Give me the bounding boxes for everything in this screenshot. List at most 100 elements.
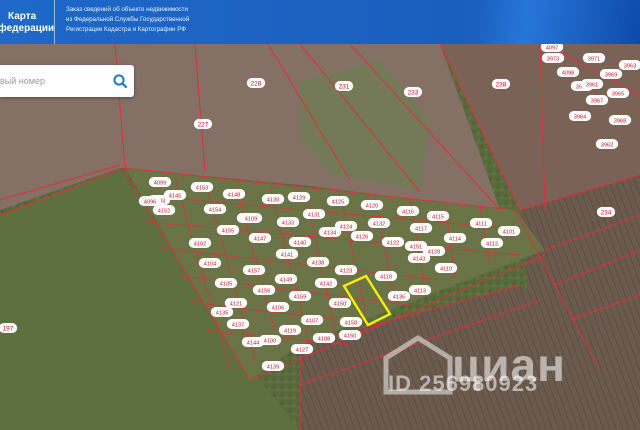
plot-label-4119[interactable]: 4119	[278, 325, 302, 335]
parcel-label-227[interactable]: 227	[193, 119, 213, 129]
parcel-label-231[interactable]: 231	[334, 81, 354, 91]
parcel-label-text: 197	[3, 325, 14, 332]
site-brand[interactable]: Карта федерации	[0, 11, 54, 35]
plot-label-3971[interactable]: 3971	[582, 53, 606, 63]
parcel-label-text: 4144	[247, 340, 259, 346]
plot-label-4138[interactable]: 4138	[306, 257, 330, 267]
parcel-label-text: 4110	[440, 266, 452, 272]
plot-label-4156[interactable]: 4156	[252, 285, 276, 295]
plot-label-4141[interactable]: 4141	[275, 249, 299, 259]
parcel-label-234[interactable]: 234	[596, 207, 616, 217]
parcel-label-233[interactable]: 233	[403, 87, 423, 97]
plot-label-4122[interactable]: 4122	[381, 237, 405, 247]
plot-label-4110[interactable]: 4110	[434, 263, 458, 273]
plot-label-4147[interactable]: 4147	[248, 233, 272, 243]
plot-label-3964[interactable]: 3964	[568, 111, 592, 121]
plot-label-4108[interactable]: 4108	[312, 333, 336, 343]
order-notice[interactable]: Заказ сведений об объекте недвижимости и…	[66, 5, 266, 35]
plot-label-4157[interactable]: 4157	[242, 265, 266, 275]
parcel-label-text: 4115	[432, 214, 444, 220]
plot-label-4123[interactable]: 4123	[334, 265, 358, 275]
parcel-label-text: 4159	[294, 294, 306, 300]
plot-label-3969[interactable]: 3969	[599, 69, 623, 79]
plot-label-3961[interactable]: 3961	[580, 79, 604, 89]
plot-label-4109[interactable]: 4109	[239, 213, 263, 223]
parcel-label-text: 4122	[387, 240, 399, 246]
plot-label-4121[interactable]: 4121	[224, 298, 248, 308]
parcel-label-text: 234	[601, 209, 612, 216]
parcel-label-text: 4125	[332, 199, 344, 205]
plot-label-4160[interactable]: 4160	[338, 330, 362, 340]
parcel-label-text: 4124	[340, 224, 352, 230]
plot-label-4140[interactable]: 4140	[288, 237, 312, 247]
plot-label-4151[interactable]: 4151	[404, 241, 428, 251]
parcel-label-text: 4108	[318, 336, 330, 342]
plot-label-3965[interactable]: 3965	[606, 88, 630, 98]
plot-label-4104[interactable]: 4104	[198, 258, 222, 268]
plot-label-4152[interactable]: 4152	[152, 205, 176, 215]
plot-label-4105[interactable]: 4105	[214, 278, 238, 288]
plot-label-4150[interactable]: 4150	[328, 298, 352, 308]
plot-label-4102[interactable]: 4102	[188, 238, 212, 248]
search-icon[interactable]	[112, 73, 128, 89]
plot-label-4127[interactable]: 4127	[290, 344, 314, 354]
plot-label-4132[interactable]: 4132	[367, 218, 391, 228]
plot-label-4114[interactable]: 4114	[443, 233, 467, 243]
plot-label-4148[interactable]: 4148	[222, 189, 246, 199]
plot-label-3973[interactable]: 3973	[541, 53, 565, 63]
parcel-label-238[interactable]: 238	[491, 79, 511, 89]
plot-label-4099[interactable]: 4099	[148, 177, 172, 187]
parcel-label-text: 4143	[413, 256, 425, 262]
plot-label-4155[interactable]: 4155	[216, 225, 240, 235]
plot-label-4120[interactable]: 4120	[360, 200, 384, 210]
plot-label-4107[interactable]: 4107	[300, 315, 324, 325]
plot-label-4115[interactable]: 4115	[426, 211, 450, 221]
plot-label-4116[interactable]: 4116	[396, 206, 420, 216]
parcel-label-text: 4109	[245, 216, 257, 222]
plot-label-4153[interactable]: 4153	[190, 182, 214, 192]
plot-label-4133[interactable]: 4133	[276, 217, 300, 227]
plot-label-4118[interactable]: 4118	[374, 271, 398, 281]
plot-label-4106[interactable]: 4106	[266, 302, 290, 312]
plot-label-4137[interactable]: 4137	[226, 319, 250, 329]
parcel-label-text: 4158	[345, 320, 357, 326]
parcel-label-text: 4101	[503, 229, 515, 235]
plot-label-4125[interactable]: 4125	[326, 196, 350, 206]
plot-label-4145[interactable]: 4145	[163, 190, 187, 200]
plot-label-3967[interactable]: 3967	[585, 95, 609, 105]
plot-label-4126[interactable]: 4126	[350, 231, 374, 241]
parcel-label-228[interactable]: 228	[246, 78, 266, 88]
plot-label-4096[interactable]: 4096	[138, 196, 162, 206]
plot-label-4159[interactable]: 4159	[288, 291, 312, 301]
plot-label-4100[interactable]: 4100	[258, 335, 282, 345]
notice-line-3: Регистрации Кадастра и Картографии РФ	[66, 26, 186, 33]
parcel-label-text: 4136	[393, 294, 405, 300]
plot-label-4158[interactable]: 4158	[339, 317, 363, 327]
plot-label-4130[interactable]: 4130	[261, 194, 285, 204]
plot-label-4098[interactable]: 4098	[556, 67, 580, 77]
parcel-label-text: 228	[251, 80, 262, 87]
plot-label-4117[interactable]: 4117	[409, 223, 433, 233]
search-input[interactable]	[0, 65, 104, 97]
parcel-label-197[interactable]: 197	[0, 323, 18, 333]
plot-label-4154[interactable]: 4154	[203, 204, 227, 214]
plot-label-4111[interactable]: 4111	[469, 218, 493, 228]
plot-label-4134[interactable]: 4134	[318, 227, 342, 237]
plot-label-3968[interactable]: 3968	[608, 115, 632, 125]
parcel-label-text: 3971	[588, 56, 600, 62]
plot-label-4149[interactable]: 4149	[274, 274, 298, 284]
plot-label-4101[interactable]: 4101	[497, 226, 521, 236]
plot-label-4131[interactable]: 4131	[302, 209, 326, 219]
parcel-label-text: 4102	[194, 241, 206, 247]
plot-label-4135[interactable]: 4135	[210, 307, 234, 317]
parcel-label-text: 4142	[320, 281, 332, 287]
plot-label-4112[interactable]: 4112	[480, 238, 504, 248]
plot-label-4113[interactable]: 4113	[408, 285, 432, 295]
plot-label-4129[interactable]: 4129	[287, 192, 311, 202]
plot-label-4143[interactable]: 4143	[407, 253, 431, 263]
plot-label-3963[interactable]: 3963	[618, 60, 640, 70]
plot-label-4142[interactable]: 4142	[314, 278, 338, 288]
plot-label-4136[interactable]: 4136	[387, 291, 411, 301]
plot-label-3962[interactable]: 3962	[595, 139, 619, 149]
plot-label-4139[interactable]: 4139	[261, 361, 285, 371]
